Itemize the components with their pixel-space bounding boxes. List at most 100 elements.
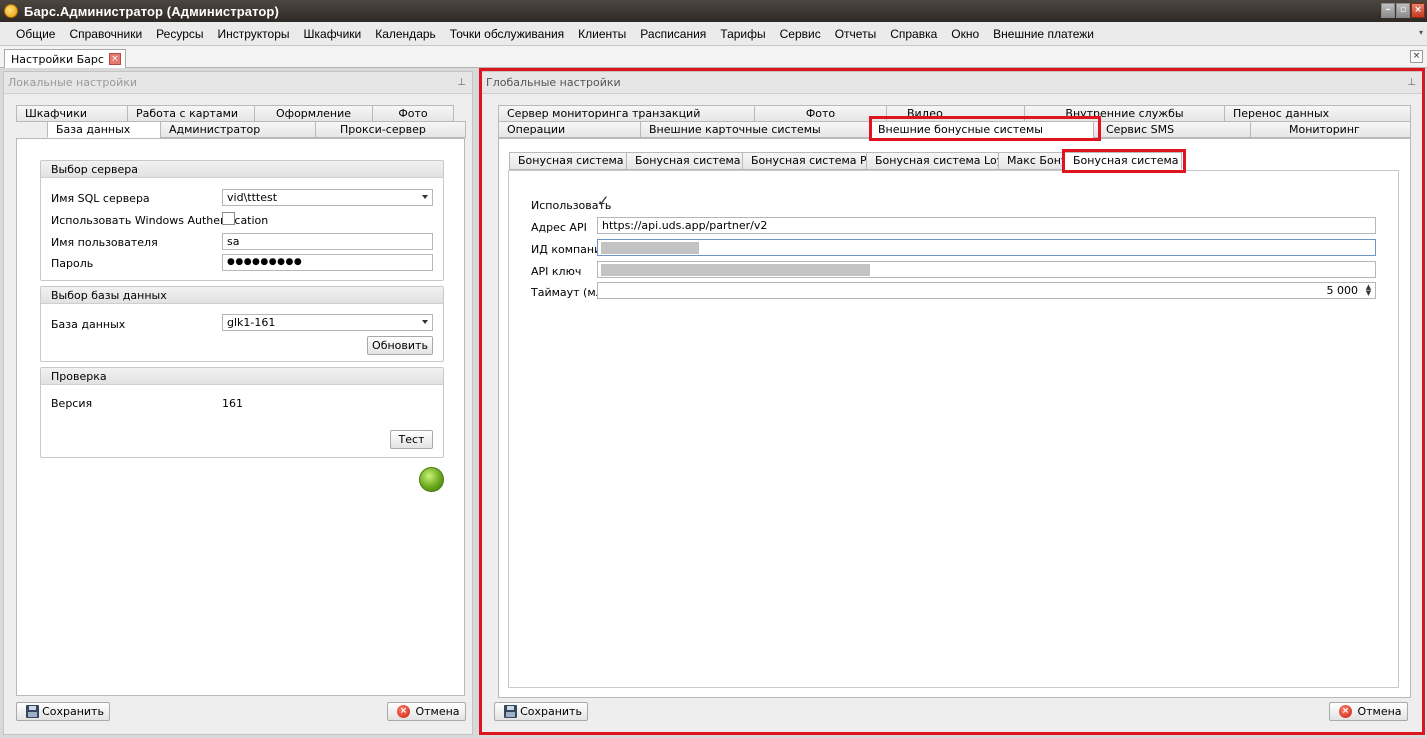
- menu-item-tariffs[interactable]: Тарифы: [713, 27, 772, 41]
- tab-data-transfer[interactable]: Перенос данных: [1224, 105, 1411, 122]
- menu-item-window[interactable]: Окно: [944, 27, 986, 41]
- username-label: Имя пользователя: [51, 236, 158, 249]
- api-key-label: API ключ: [531, 265, 582, 278]
- pin-icon[interactable]: ⊥: [457, 72, 466, 94]
- tab-database[interactable]: База данных: [47, 121, 160, 138]
- tab-operations[interactable]: Операции: [498, 121, 640, 138]
- timeout-value: 5 000: [1326, 284, 1359, 297]
- doc-tab-close-icon[interactable]: ×: [108, 53, 121, 65]
- global-save-label: Сохранить: [520, 705, 582, 718]
- global-cancel-button[interactable]: × Отмена: [1329, 702, 1408, 721]
- menu-item-reports[interactable]: Отчеты: [828, 27, 883, 41]
- global-save-button[interactable]: Сохранить: [494, 702, 588, 721]
- timeout-spinner[interactable]: 5 000 ▲ ▼: [597, 282, 1376, 299]
- database-value: glk1-161: [227, 316, 276, 329]
- tab-photo-global[interactable]: Фото: [754, 105, 886, 122]
- subtab-uds[interactable]: Бонусная система UDS: [1064, 152, 1182, 170]
- connection-status-led: [419, 467, 444, 492]
- refresh-button[interactable]: Обновить: [367, 336, 433, 355]
- menu-item-general[interactable]: Общие: [9, 27, 62, 41]
- tab-video[interactable]: Видео: [886, 105, 1024, 122]
- bonus-subtabs: Бонусная система TNG Бонусная система LS…: [509, 152, 1182, 170]
- database-select[interactable]: glk1-161: [222, 314, 433, 331]
- username-input[interactable]: sa: [222, 233, 433, 250]
- subtab-tng[interactable]: Бонусная система TNG: [509, 152, 626, 170]
- tab-transaction-monitoring-server[interactable]: Сервер мониторинга транзакций: [498, 105, 754, 122]
- uds-settings-content: Использовать ✓ Адрес API https://api.uds…: [508, 170, 1399, 688]
- close-document-icon[interactable]: ×: [1410, 50, 1423, 63]
- check-group: Проверка Версия 161 Тест: [40, 367, 444, 458]
- local-cancel-button[interactable]: × Отмена: [387, 702, 466, 721]
- use-checkbox[interactable]: ✓: [597, 194, 610, 209]
- local-save-button[interactable]: Сохранить: [16, 702, 110, 721]
- menu-item-service[interactable]: Сервис: [773, 27, 828, 41]
- doc-tab-label: Настройки Барс: [11, 52, 104, 66]
- menu-overflow-icon[interactable]: ▾: [1419, 28, 1423, 37]
- spinner-arrows-icon[interactable]: ▲ ▼: [1365, 284, 1372, 297]
- cancel-circle-icon: ×: [397, 705, 410, 718]
- tab-card-work[interactable]: Работа с картами: [127, 105, 254, 122]
- version-value: 161: [222, 397, 243, 410]
- menu-item-help[interactable]: Справка: [883, 27, 944, 41]
- api-address-input[interactable]: https://api.uds.app/partner/v2: [597, 217, 1376, 234]
- company-id-input[interactable]: [597, 239, 1376, 256]
- local-settings-panel: Локальные настройки ⊥ Шкафчики Работа с …: [3, 71, 473, 735]
- subtab-max-bonus[interactable]: Макс Бонус: [998, 152, 1064, 170]
- test-button[interactable]: Тест: [390, 430, 433, 449]
- database-label: База данных: [51, 318, 126, 331]
- tab-external-bonus-systems[interactable]: Внешние бонусные системы: [869, 121, 1093, 138]
- subtab-rarus[interactable]: Бонусная система Рарус: [742, 152, 866, 170]
- username-value: sa: [227, 235, 240, 248]
- local-tabs-row1: Шкафчики Работа с картами Оформление Фот…: [16, 105, 454, 122]
- tab-sms-service[interactable]: Сервис SMS: [1093, 121, 1250, 138]
- global-settings-header: Глобальные настройки ⊥: [482, 72, 1422, 94]
- tab-photo[interactable]: Фото: [372, 105, 454, 122]
- api-key-input[interactable]: [597, 261, 1376, 278]
- database-group: Выбор базы данных База данных glk1-161 О…: [40, 286, 444, 362]
- menu-item-lockers[interactable]: Шкафчики: [297, 27, 369, 41]
- window-controls: – ▫ ×: [1381, 3, 1425, 18]
- global-tabs-row1: Сервер мониторинга транзакций Фото Видео…: [498, 105, 1411, 122]
- tab-proxy-server[interactable]: Прокси-сервер: [315, 121, 466, 138]
- menu-item-clients[interactable]: Клиенты: [571, 27, 633, 41]
- minimize-icon[interactable]: –: [1381, 3, 1395, 18]
- global-settings-title: Глобальные настройки: [486, 76, 621, 89]
- tab-external-card-systems[interactable]: Внешние карточные системы: [640, 121, 869, 138]
- maximize-icon[interactable]: ▫: [1396, 3, 1410, 18]
- floppy-disk-icon: [504, 705, 517, 718]
- sql-server-value: vid\tttest: [227, 191, 278, 204]
- redacted-value: [601, 264, 870, 276]
- check-group-title: Проверка: [41, 368, 443, 385]
- tab-administrator[interactable]: Администратор: [160, 121, 315, 138]
- windows-auth-label: Использовать Windows Authentication: [51, 214, 269, 227]
- global-settings-panel: Глобальные настройки ⊥ Сервер мониторинг…: [481, 71, 1423, 735]
- menu-item-service-points[interactable]: Точки обслуживания: [443, 27, 571, 41]
- menu-item-calendar[interactable]: Календарь: [368, 27, 443, 41]
- server-group: Выбор сервера Имя SQL сервера vid\tttest…: [40, 160, 444, 281]
- password-input[interactable]: ●●●●●●●●●: [222, 254, 433, 271]
- sql-server-select[interactable]: vid\tttest: [222, 189, 433, 206]
- menu-item-resources[interactable]: Ресурсы: [149, 27, 210, 41]
- api-address-value: https://api.uds.app/partner/v2: [602, 219, 768, 232]
- tab-monitoring[interactable]: Мониторинг: [1250, 121, 1411, 138]
- document-tab-strip: Настройки Барс × ×: [0, 46, 1427, 68]
- windows-auth-checkbox[interactable]: [222, 212, 235, 225]
- menu-item-external-payments[interactable]: Внешние платежи: [986, 27, 1101, 41]
- floppy-disk-icon: [26, 705, 39, 718]
- title-bar: Барс.Администратор (Администратор) – ▫ ×: [0, 0, 1427, 22]
- subtab-lsc[interactable]: Бонусная система LSC: [626, 152, 742, 170]
- menu-item-schedules[interactable]: Расписания: [633, 27, 713, 41]
- tab-appearance[interactable]: Оформление: [254, 105, 372, 122]
- menu-item-directories[interactable]: Справочники: [62, 27, 149, 41]
- local-cancel-label: Отмена: [415, 705, 460, 718]
- pin-icon[interactable]: ⊥: [1407, 72, 1416, 94]
- subtab-loymax[interactable]: Бонусная система Loymax: [866, 152, 998, 170]
- menu-item-instructors[interactable]: Инструкторы: [211, 27, 297, 41]
- tab-internal-services[interactable]: Внутренние службы: [1024, 105, 1224, 122]
- close-icon[interactable]: ×: [1411, 3, 1425, 18]
- doc-tab-settings[interactable]: Настройки Барс ×: [4, 49, 126, 68]
- local-tabs-row2: База данных Администратор Прокси-сервер: [47, 121, 466, 138]
- tab-lockers[interactable]: Шкафчики: [16, 105, 127, 122]
- local-tab-content: Выбор сервера Имя SQL сервера vid\tttest…: [16, 138, 465, 696]
- global-cancel-label: Отмена: [1357, 705, 1402, 718]
